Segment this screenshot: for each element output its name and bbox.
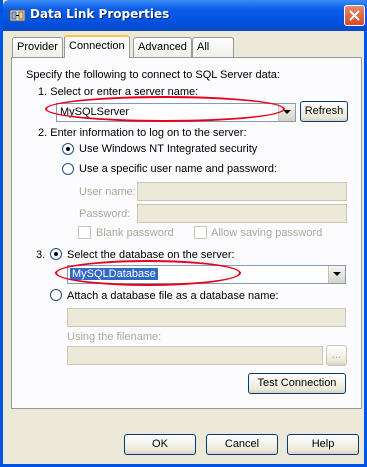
close-icon — [349, 10, 360, 21]
server-combobox[interactable]: MySQLServer — [56, 103, 296, 122]
help-label: Help — [311, 438, 335, 450]
select-database-label: Select the database on the server: — [67, 249, 235, 261]
password-field[interactable] — [137, 204, 347, 223]
refresh-label: Refresh — [304, 105, 344, 117]
cancel-button[interactable]: Cancel — [206, 434, 278, 455]
tab-all-label: All — [197, 41, 210, 53]
step2-label: 2. Enter information to log on to the se… — [38, 127, 247, 139]
select-database-radio[interactable] — [50, 248, 62, 260]
test-connection-label: Test Connection — [257, 377, 337, 389]
tab-all[interactable]: All — [192, 37, 234, 57]
title-bar[interactable]: Data Link Properties — [3, 0, 367, 31]
nt-security-label: Use Windows NT Integrated security — [79, 143, 258, 155]
tab-advanced-label: Advanced — [138, 41, 187, 53]
username-label: User name: — [79, 186, 136, 198]
specific-user-radio[interactable] — [62, 163, 74, 175]
data-link-icon — [9, 9, 26, 22]
step3-label: 3. — [36, 249, 46, 261]
blank-password-checkbox[interactable] — [78, 226, 91, 239]
allow-saving-label: Allow saving password — [211, 227, 323, 239]
refresh-button[interactable]: Refresh — [300, 101, 348, 122]
database-dropdown-button[interactable] — [328, 266, 345, 283]
test-connection-button[interactable]: Test Connection — [248, 373, 346, 394]
password-label: Password: — [79, 208, 131, 220]
cancel-label: Cancel — [224, 438, 260, 450]
browse-button[interactable]: ... — [326, 345, 347, 366]
server-dropdown-button[interactable] — [278, 104, 295, 121]
chevron-down-icon — [283, 110, 291, 114]
ok-label: OK — [152, 438, 168, 450]
database-value: MySQLDatabase — [70, 268, 158, 280]
database-combobox[interactable]: MySQLDatabase — [67, 265, 346, 284]
username-field[interactable] — [137, 182, 347, 201]
tab-provider[interactable]: Provider — [12, 37, 63, 57]
specific-user-label: Use a specific user name and password: — [79, 163, 278, 175]
connection-panel: Specify the following to connect to SQL … — [11, 57, 362, 409]
window-title: Data Link Properties — [30, 7, 170, 21]
nt-security-radio[interactable] — [62, 143, 74, 155]
attach-name-field[interactable] — [67, 308, 346, 327]
filename-label: Using the filename: — [67, 331, 162, 343]
blank-password-label: Blank password — [96, 227, 174, 239]
dialog-window: Data Link Properties Provider Connection… — [0, 0, 367, 467]
filename-field[interactable] — [67, 346, 323, 365]
tab-provider-label: Provider — [17, 41, 58, 53]
intro-text: Specify the following to connect to SQL … — [26, 69, 280, 81]
tab-connection[interactable]: Connection — [64, 35, 130, 58]
allow-saving-checkbox[interactable] — [194, 226, 207, 239]
server-value: MySQLServer — [60, 106, 130, 118]
tab-connection-label: Connection — [69, 40, 125, 52]
browse-label: ... — [331, 349, 342, 361]
help-button[interactable]: Help — [287, 434, 359, 455]
attach-file-radio[interactable] — [50, 289, 62, 301]
chevron-down-icon — [333, 272, 341, 276]
step1-label: 1. Select or enter a server name: — [38, 86, 199, 98]
close-button[interactable] — [344, 5, 365, 26]
attach-file-label: Attach a database file as a database nam… — [67, 290, 279, 302]
tab-advanced[interactable]: Advanced — [133, 37, 192, 57]
ok-button[interactable]: OK — [124, 434, 196, 455]
